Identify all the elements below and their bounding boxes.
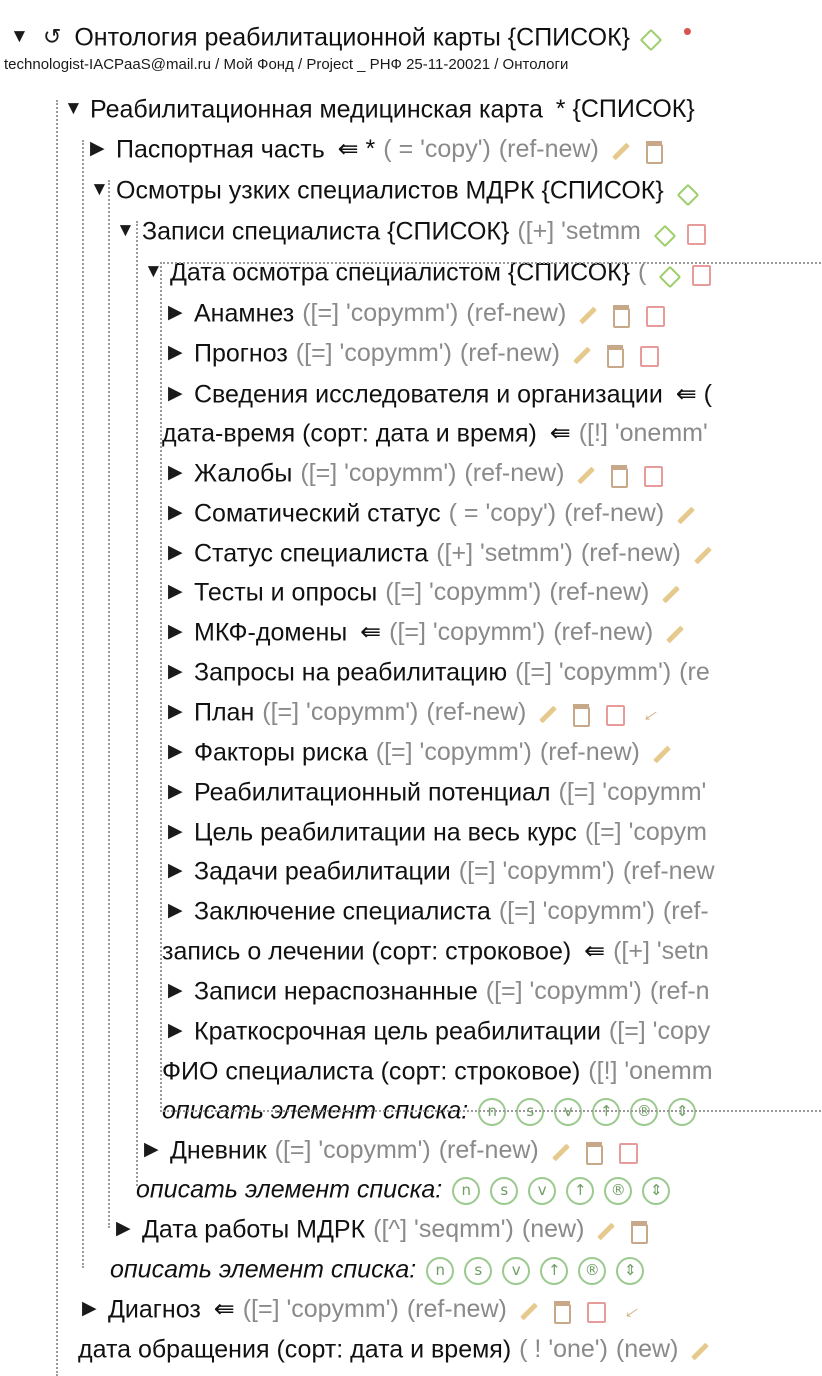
node-type-descriptor: ([^] 'seqmm') bbox=[373, 1215, 514, 1244]
tree-row[interactable]: ▼ Осмотры узких специалистов МДРК {СПИСОК… bbox=[90, 169, 822, 209]
type-circle-button[interactable]: ↑ bbox=[540, 1256, 569, 1285]
tree-row[interactable]: ▼ Записи специалиста {СПИСОК} ([+] 'setmm bbox=[116, 210, 822, 250]
expanded-toggle-icon[interactable]: ▼ bbox=[90, 170, 109, 209]
type-circle-button[interactable]: ⇕ bbox=[616, 1256, 645, 1285]
node-ref-mode: (ref-new) bbox=[438, 1136, 539, 1165]
node-type-descriptor: ([+] 'setmm bbox=[517, 217, 641, 246]
expanded-toggle-icon[interactable]: ▼ bbox=[64, 89, 83, 128]
node-label[interactable]: Паспортная часть bbox=[116, 135, 325, 163]
describe-list-element-label[interactable]: описать элемент списка: bbox=[110, 1255, 416, 1283]
type-circle-button[interactable]: ⇕ bbox=[642, 1176, 671, 1205]
row-action-icons bbox=[549, 1130, 651, 1169]
row-action-icons bbox=[688, 1329, 722, 1368]
tree-guide-line bbox=[108, 180, 110, 1228]
breadcrumb: technologist-IACPaaS@mail.ru / Мой Фонд … bbox=[4, 52, 822, 78]
node-label[interactable]: Дата работы МДРК bbox=[142, 1215, 365, 1243]
node-suffix: ⇚ * bbox=[330, 135, 376, 164]
delete-icon[interactable] bbox=[685, 222, 707, 245]
node-label[interactable]: Диагноз bbox=[108, 1295, 201, 1323]
copy-icon[interactable] bbox=[551, 1300, 573, 1324]
node-type-descriptor: ( = 'copy') bbox=[383, 135, 491, 164]
delete-marker-icon[interactable] bbox=[678, 16, 700, 51]
edit-icon[interactable] bbox=[549, 1141, 571, 1163]
row-action-icons bbox=[594, 1209, 662, 1248]
node-label[interactable]: дата обращения (сорт: дата и время) bbox=[78, 1335, 511, 1363]
tree-guide-line bbox=[56, 100, 58, 1376]
tree-row[interactable]: ▶ Диагноз ⇚ ([=] 'copymm') (ref-new) bbox=[82, 1288, 822, 1328]
copy-icon[interactable] bbox=[583, 1141, 605, 1165]
node-ref-mode: (ref-new) bbox=[406, 1295, 507, 1324]
collapsed-toggle-icon[interactable]: ▶ bbox=[82, 1369, 100, 1376]
element-type-buttons: n s v ↑ ® ⇕ bbox=[452, 1169, 680, 1208]
type-circle-button[interactable]: s bbox=[464, 1256, 493, 1285]
row-action-icons bbox=[517, 1289, 653, 1328]
type-circle-button[interactable]: v bbox=[502, 1256, 531, 1285]
delete-icon[interactable] bbox=[617, 1141, 639, 1164]
row-action-icons bbox=[651, 211, 719, 250]
edit-icon[interactable] bbox=[609, 140, 631, 162]
node-type-descriptor: ([=] 'copymm') bbox=[274, 1136, 431, 1165]
breadcrumb-path[interactable]: technologist-IACPaaS@mail.ru / Мой Фонд … bbox=[4, 56, 568, 73]
tree-row[interactable]: ▶ Дневник ([=] 'copymm') (ref-new) bbox=[144, 1129, 822, 1169]
node-ref-mode: (new) bbox=[615, 1335, 679, 1364]
type-circle-button[interactable]: ® bbox=[604, 1176, 633, 1205]
tree-row[interactable]: ▼ Реабилитационная медицинская карта * {С… bbox=[64, 88, 822, 128]
collapsed-toggle-icon[interactable]: ▶ bbox=[116, 1209, 134, 1248]
edit-icon[interactable] bbox=[594, 1220, 616, 1242]
add-icon[interactable] bbox=[674, 181, 696, 203]
ontology-tree: ▼ ↺ Онтология реабилитационной карты {СП… bbox=[0, 0, 822, 1376]
node-label[interactable]: Записи специалиста {СПИСОК} bbox=[142, 217, 509, 245]
row-action-icons bbox=[486, 1369, 622, 1376]
tree-row[interactable]: описать элемент списка: n s v ↑ ® ⇕ bbox=[136, 1168, 822, 1208]
node-suffix: * {СПИСОК} bbox=[548, 95, 695, 124]
type-circle-button[interactable]: ↑ bbox=[566, 1176, 595, 1205]
copy-icon[interactable] bbox=[628, 1220, 650, 1244]
node-label[interactable]: Осмотры узких специалистов МДРК {СПИСОК} bbox=[116, 176, 664, 204]
node-label[interactable]: Дневник bbox=[170, 1136, 267, 1164]
type-circle-button[interactable]: s bbox=[490, 1176, 519, 1205]
node-suffix: ⇚ bbox=[206, 1295, 235, 1324]
row-action-icons bbox=[609, 129, 677, 168]
delete-icon[interactable] bbox=[585, 1300, 607, 1323]
type-circle-button[interactable]: n bbox=[452, 1176, 481, 1205]
add-icon[interactable] bbox=[651, 222, 673, 244]
reload-icon[interactable]: ↺ bbox=[43, 24, 61, 49]
edit-icon[interactable] bbox=[517, 1300, 539, 1322]
node-label[interactable]: Реабилитационная медицинская карта bbox=[90, 95, 543, 123]
tree-guide-line bbox=[82, 140, 84, 1268]
node-type-descriptor: ( ! 'one') bbox=[519, 1335, 608, 1364]
node-ref-mode: (ref-new) bbox=[498, 135, 599, 164]
copy-icon[interactable] bbox=[643, 140, 665, 164]
collapsed-toggle-icon[interactable]: ▶ bbox=[82, 1289, 100, 1328]
tree-row[interactable]: ▶ Паспортная часть ⇚ *( = 'copy') (ref-new… bbox=[90, 128, 822, 168]
tree-guide-line bbox=[136, 221, 138, 1186]
root-title[interactable]: Онтология реабилитационной карты {СПИСОК… bbox=[74, 23, 630, 51]
move-icon[interactable] bbox=[619, 1300, 641, 1322]
node-type-descriptor: ([=] 'copymm') bbox=[242, 1295, 399, 1324]
node-ref-mode: (new) bbox=[521, 1215, 585, 1244]
expanded-toggle-icon[interactable]: ▼ bbox=[116, 211, 135, 250]
type-circle-button[interactable]: ® bbox=[578, 1256, 607, 1285]
root-row[interactable]: ▼ ↺ Онтология реабилитационной карты {СП… bbox=[10, 16, 822, 56]
collapsed-toggle-icon[interactable]: ▶ bbox=[90, 129, 108, 168]
tree-row[interactable]: ▶Эпикриз([=] 'copymm')(ref-new) bbox=[82, 1368, 822, 1376]
expand-toggle-icon[interactable]: ▼ bbox=[10, 17, 29, 56]
type-circle-button[interactable]: v bbox=[528, 1176, 557, 1205]
element-type-buttons: n s v ↑ ® ⇕ bbox=[426, 1249, 654, 1288]
tree-row[interactable]: ▶ Дата работы МДРК ([^] 'seqmm') (new) bbox=[116, 1208, 822, 1248]
tree-row[interactable]: описать элемент списка: n s v ↑ ® ⇕ bbox=[110, 1248, 822, 1288]
tree-guide-line bbox=[160, 262, 822, 1112]
tree-row[interactable]: дата обращения (сорт: дата и время) ( ! '… bbox=[78, 1328, 822, 1368]
type-circle-button[interactable]: n bbox=[426, 1256, 455, 1285]
describe-list-element-label[interactable]: описать элемент списка: bbox=[136, 1175, 442, 1203]
row-action-icons bbox=[674, 170, 708, 209]
edit-icon[interactable] bbox=[688, 1340, 710, 1362]
collapsed-toggle-icon[interactable]: ▶ bbox=[144, 1130, 162, 1169]
add-icon[interactable] bbox=[637, 26, 659, 48]
